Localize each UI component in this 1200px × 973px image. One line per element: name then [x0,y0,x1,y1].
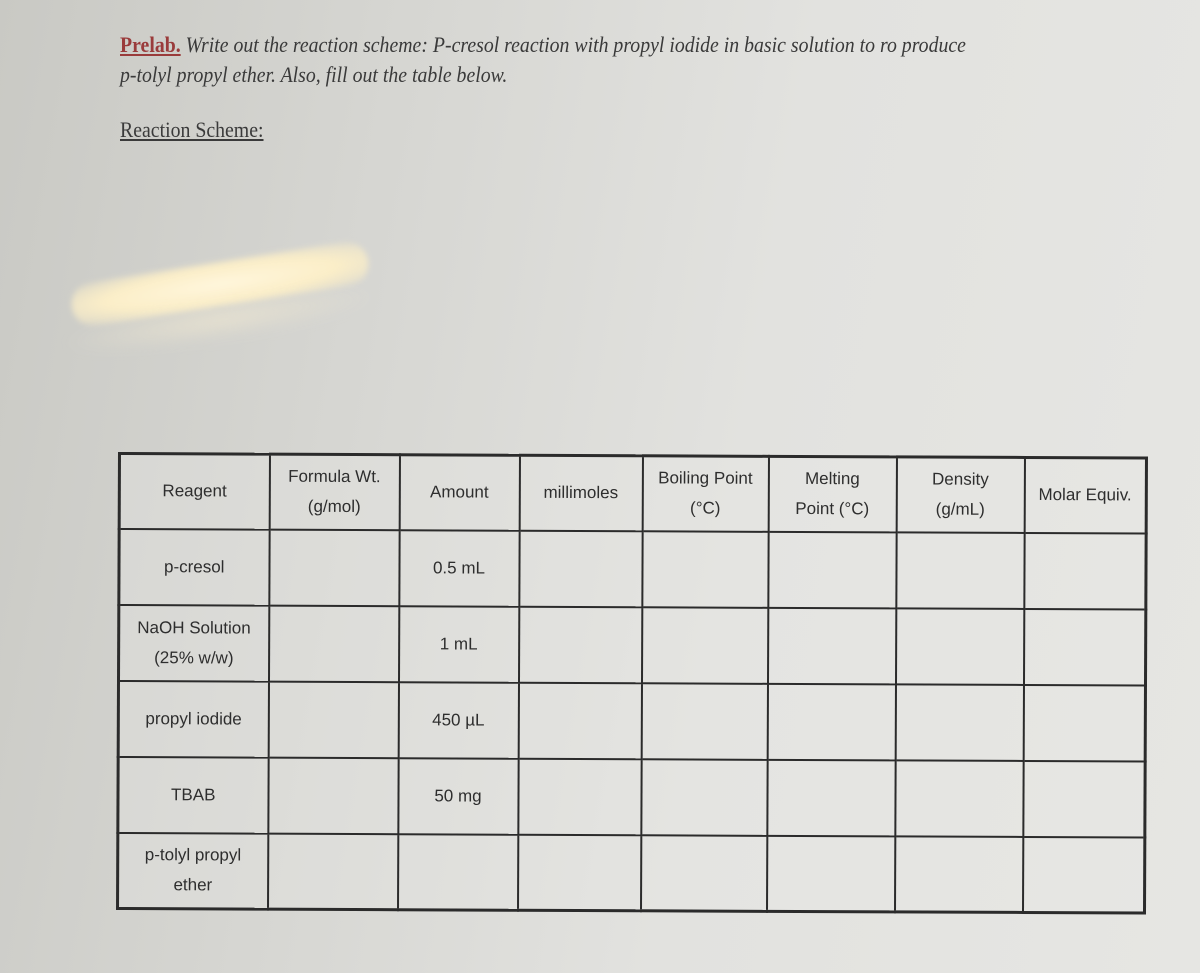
table-row: TBAB 50 mg [117,756,1146,837]
amount-cell: 50 mg [397,757,519,835]
boiling-point-cell[interactable] [640,758,768,836]
table-row: NaOH Solution (25% w/w) 1 mL [118,604,1146,685]
col-millimoles: millimoles [519,455,643,531]
col-amount: Amount [399,454,520,531]
millimoles-cell[interactable] [518,682,642,759]
millimoles-cell[interactable] [517,758,642,835]
col-density: Density (g/mL) [896,456,1025,533]
table-row: propyl iodide 450 µL [118,680,1146,761]
col-melting-point: Melting Point (°C) [768,456,897,532]
molar-equiv-cell[interactable] [1022,760,1146,837]
melting-point-cell[interactable] [766,759,896,836]
melting-point-cell[interactable] [767,607,896,684]
col-molar-equiv: Molar Equiv. [1024,457,1147,533]
reagent-cell: propyl iodide [118,680,269,758]
formula-wt-cell[interactable] [267,757,399,834]
col-boiling-point: Boiling Point (°C) [642,455,769,532]
col-reagent: Reagent [119,453,270,530]
formula-wt-cell[interactable] [268,605,399,682]
amount-cell: 1 mL [398,605,519,683]
reagent-cell: NaOH Solution (25% w/w) [118,604,269,682]
amount-cell[interactable] [397,833,518,911]
boiling-point-cell[interactable] [641,530,769,608]
density-cell[interactable] [895,607,1024,685]
reagent-table: Reagent Formula Wt. (g/mol) Amount millim… [116,452,1148,915]
density-cell[interactable] [894,835,1023,913]
molar-equiv-cell[interactable] [1023,532,1147,609]
millimoles-cell[interactable] [518,530,643,607]
boiling-point-cell[interactable] [640,834,767,912]
melting-point-cell[interactable] [766,835,895,912]
formula-wt-cell[interactable] [268,681,399,758]
millimoles-cell[interactable] [517,834,641,911]
reagent-cell: p-tolyl propyl ether [117,832,268,910]
prelab-tag: Prelab. [120,32,181,57]
amount-cell: 450 µL [398,681,519,759]
formula-wt-cell[interactable] [267,833,398,910]
molar-equiv-cell[interactable] [1023,684,1146,761]
boiling-point-cell[interactable] [641,606,768,684]
reagent-cell: p-cresol [118,528,270,606]
col-formula-wt: Formula Wt. (g/mol) [269,454,400,530]
header-row: Reagent Formula Wt. (g/mol) Amount millim… [119,453,1147,533]
formula-wt-cell[interactable] [268,529,400,606]
density-cell[interactable] [895,531,1025,609]
amount-cell: 0.5 mL [398,529,520,607]
table-row: p-tolyl propyl ether [117,832,1145,913]
prelab-instructions: Prelab. Write out the reaction scheme: P… [120,30,966,90]
molar-equiv-cell[interactable] [1022,836,1145,913]
density-cell[interactable] [895,683,1024,761]
millimoles-cell[interactable] [518,606,642,683]
melting-point-cell[interactable] [767,531,897,608]
molar-equiv-cell[interactable] [1023,608,1146,685]
reaction-scheme-label: Reaction Scheme: [120,117,264,142]
melting-point-cell[interactable] [767,683,896,760]
instructions-text: Write out the reaction scheme: P-cresol … [120,32,966,87]
reagent-cell: TBAB [117,756,269,834]
boiling-point-cell[interactable] [641,682,768,760]
density-cell[interactable] [894,759,1024,837]
table-row: p-cresol 0.5 mL [118,528,1147,609]
